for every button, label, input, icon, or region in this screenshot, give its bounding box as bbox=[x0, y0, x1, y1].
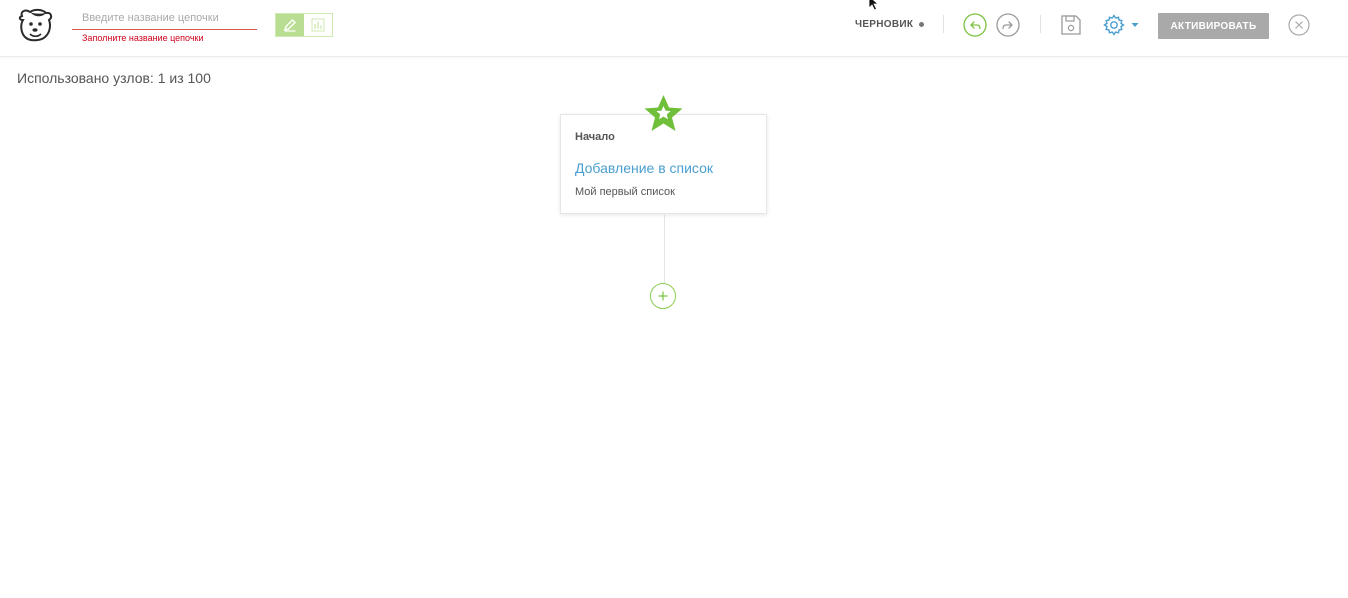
toolbar-divider bbox=[1040, 15, 1041, 33]
mode-toggle bbox=[275, 13, 333, 37]
edit-mode-button[interactable] bbox=[276, 14, 304, 36]
close-button[interactable] bbox=[1288, 14, 1310, 36]
bar-chart-icon bbox=[311, 18, 325, 32]
status-dot bbox=[919, 22, 925, 27]
mouse-cursor-icon bbox=[868, 0, 880, 10]
toolbar-divider bbox=[943, 15, 944, 33]
node-usage-counter: Использовано узлов: 1 из 100 bbox=[17, 70, 211, 86]
gear-icon bbox=[1103, 14, 1125, 36]
top-toolbar: Заполните название цепочки ЧЕРНОВИК bbox=[0, 0, 1348, 57]
node-connector-line bbox=[664, 215, 665, 284]
chain-name-error: Заполните название цепочки bbox=[82, 33, 204, 43]
node-subtitle: Мой первый список bbox=[575, 186, 675, 198]
redo-icon bbox=[996, 13, 1020, 37]
stats-mode-button[interactable] bbox=[304, 14, 332, 36]
settings-menu-button[interactable] bbox=[1101, 13, 1141, 37]
node-type-label: Начало bbox=[575, 131, 615, 143]
chain-name-field: Заполните название цепочки bbox=[72, 6, 257, 43]
save-icon bbox=[1061, 15, 1081, 35]
chevron-down-icon bbox=[1131, 23, 1139, 27]
star-icon bbox=[644, 95, 683, 131]
pencil-icon bbox=[283, 19, 296, 32]
node-title-link[interactable]: Добавление в список bbox=[575, 160, 713, 176]
add-node-button[interactable] bbox=[650, 283, 676, 309]
activate-button[interactable]: АКТИВИРОВАТЬ bbox=[1158, 13, 1269, 39]
mascot-dog-icon[interactable] bbox=[16, 8, 54, 44]
undo-icon bbox=[963, 13, 987, 37]
status-badge: ЧЕРНОВИК bbox=[855, 19, 925, 30]
status-label: ЧЕРНОВИК bbox=[855, 19, 914, 30]
chain-name-input[interactable] bbox=[72, 6, 257, 30]
close-icon bbox=[1288, 14, 1310, 36]
plus-icon bbox=[658, 291, 668, 301]
save-button[interactable] bbox=[1060, 14, 1082, 36]
redo-button[interactable] bbox=[996, 13, 1020, 37]
undo-button[interactable] bbox=[963, 13, 987, 37]
